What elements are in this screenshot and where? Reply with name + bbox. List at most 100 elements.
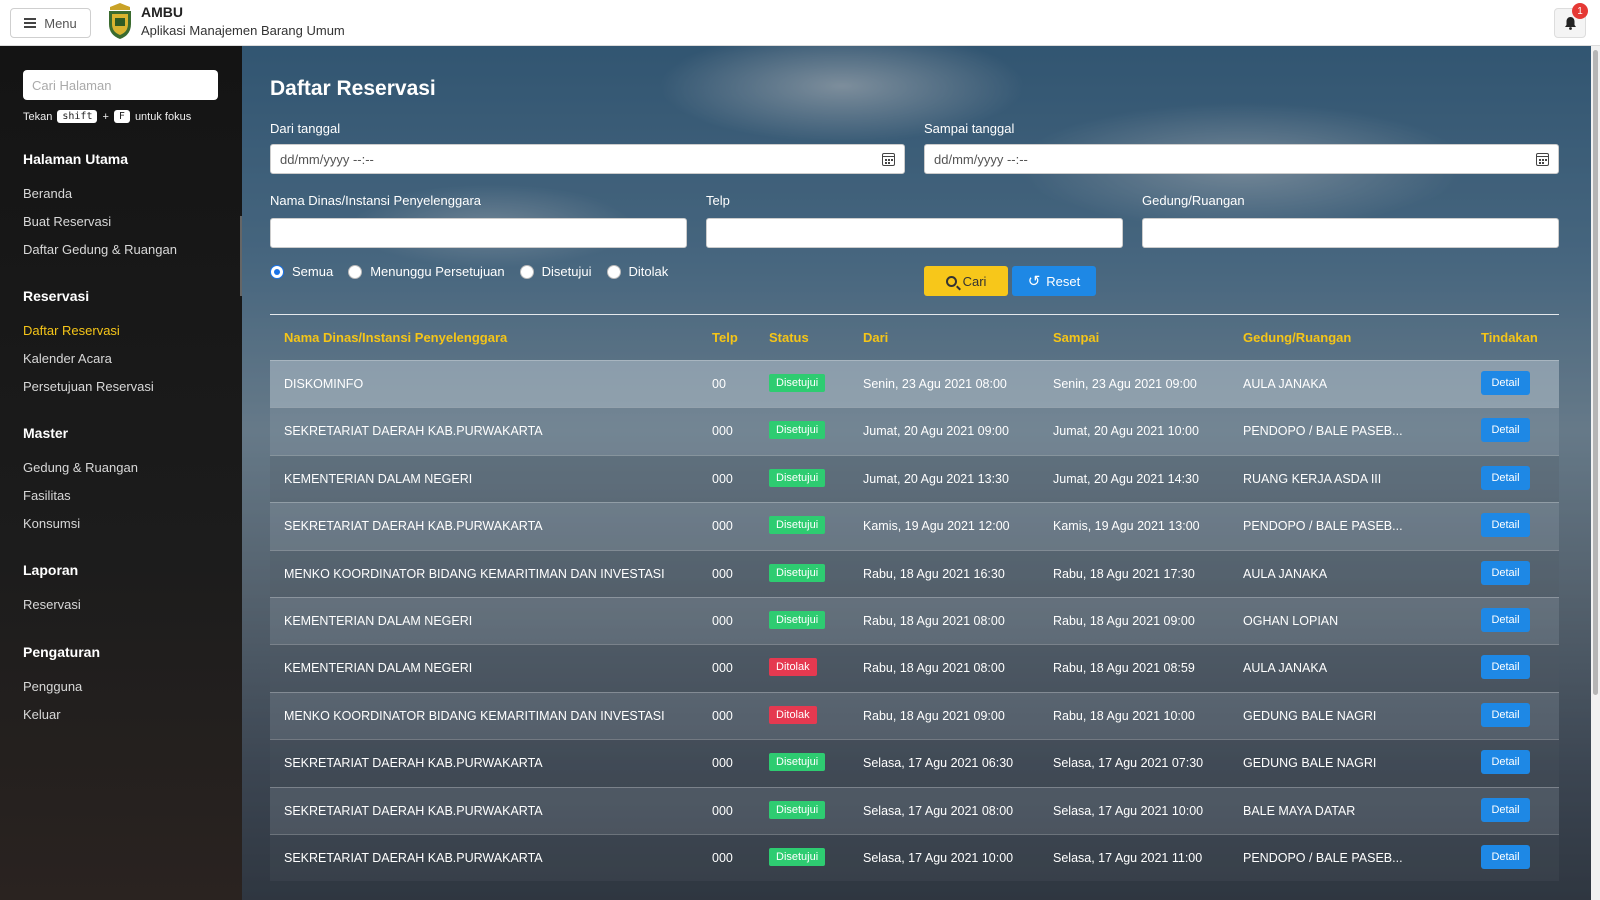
calendar-icon[interactable] bbox=[1536, 153, 1549, 166]
from-date-placeholder: dd/mm/yyyy --:-- bbox=[280, 151, 374, 167]
top-bar: Menu AMBU Aplikasi Manajemen Barang Umum… bbox=[0, 0, 1600, 46]
org-input[interactable] bbox=[270, 218, 687, 248]
cell-org: SEKRETARIAT DAERAH KAB.PURWAKARTA bbox=[284, 756, 543, 771]
menu-button[interactable]: Menu bbox=[10, 8, 91, 38]
cell-org: SEKRETARIAT DAERAH KAB.PURWAKARTA bbox=[284, 803, 543, 818]
cell-room: PENDOPO / BALE PASEB... bbox=[1243, 850, 1403, 865]
to-date-input[interactable]: dd/mm/yyyy --:-- bbox=[924, 144, 1559, 174]
radio-disetujui[interactable]: Disetujui bbox=[519, 264, 592, 279]
cell-telp: 000 bbox=[712, 613, 733, 628]
cell-telp: 000 bbox=[712, 519, 733, 534]
column-header-sampai[interactable]: Sampai bbox=[1053, 330, 1099, 345]
detail-button[interactable]: Detail bbox=[1481, 750, 1530, 775]
sidebar-item-pengguna[interactable]: Pengguna bbox=[23, 679, 82, 694]
sidebar-item-gedung-ruangan[interactable]: Gedung & Ruangan bbox=[23, 460, 138, 475]
status-badge: Ditolak bbox=[769, 705, 817, 724]
cell-room: OGHAN LOPIAN bbox=[1243, 613, 1339, 628]
cell-room: GEDUNG BALE NAGRI bbox=[1243, 708, 1377, 723]
detail-button[interactable]: Detail bbox=[1481, 655, 1530, 680]
table-body: DISKOMINFO 00 Disetujui Senin, 23 Agu 2021 … bbox=[270, 360, 1559, 882]
page-title: Daftar Reservasi bbox=[270, 77, 436, 100]
sidebar-search-input[interactable] bbox=[23, 70, 218, 100]
cell-telp: 000 bbox=[712, 803, 733, 818]
cell-telp: 000 bbox=[712, 424, 733, 439]
cell-to: Rabu, 18 Agu 2021 17:30 bbox=[1053, 566, 1195, 581]
table-row: KEMENTERIAN DALAM NEGERI 000 Ditolak Rabu, … bbox=[270, 644, 1559, 692]
shift-key: shift bbox=[57, 110, 98, 123]
column-header-room[interactable]: Gedung/Ruangan bbox=[1243, 330, 1351, 345]
search-icon bbox=[945, 275, 957, 287]
status-badge: Ditolak bbox=[769, 658, 817, 677]
column-header-org[interactable]: Nama Dinas/Instansi Penyelenggara bbox=[284, 330, 507, 345]
f-key: F bbox=[113, 110, 130, 123]
sidebar-heading-halaman-utama: Halaman Utama bbox=[23, 151, 129, 167]
calendar-icon[interactable] bbox=[882, 153, 895, 166]
reset-button[interactable]: ↺ Reset bbox=[1012, 266, 1096, 296]
detail-button[interactable]: Detail bbox=[1481, 513, 1530, 538]
sidebar-item-daftar-reservasi[interactable]: Daftar Reservasi bbox=[23, 323, 120, 338]
detail-button[interactable]: Detail bbox=[1481, 371, 1530, 395]
cell-to: Jumat, 20 Agu 2021 10:00 bbox=[1053, 424, 1199, 439]
radio-icon bbox=[606, 264, 621, 279]
status-badge: Disetujui bbox=[769, 563, 826, 582]
table-row: SEKRETARIAT DAERAH KAB.PURWAKARTA 000 Dise… bbox=[270, 786, 1559, 834]
detail-button[interactable]: Detail bbox=[1481, 560, 1530, 585]
radio-menunggu-persetujuan[interactable]: Menunggu Persetujuan bbox=[348, 264, 505, 279]
hamburger-icon bbox=[24, 18, 37, 28]
cell-org: KEMENTERIAN DALAM NEGERI bbox=[284, 471, 473, 486]
cell-from: Selasa, 17 Agu 2021 06:30 bbox=[863, 756, 1014, 771]
sidebar-item-kalender-acara[interactable]: Kalender Acara bbox=[23, 351, 112, 366]
sidebar-item-fasilitas[interactable]: Fasilitas bbox=[23, 488, 71, 503]
detail-button[interactable]: Detail bbox=[1481, 418, 1530, 443]
cell-to: Rabu, 18 Agu 2021 08:59 bbox=[1053, 661, 1195, 676]
reset-button-label: Reset bbox=[1046, 273, 1081, 289]
cell-room: AULA JANAKA bbox=[1243, 377, 1328, 391]
radio-label: Ditolak bbox=[628, 264, 669, 279]
page-scroll-thumb[interactable] bbox=[1593, 50, 1598, 695]
app-subtitle: Aplikasi Manajemen Barang Umum bbox=[141, 23, 345, 38]
sidebar-heading-master: Master bbox=[23, 425, 69, 441]
table-row: MENKO KOORDINATOR BIDANG KEMARITIMAN DAN… bbox=[270, 549, 1559, 597]
sidebar-item-buat-reservasi[interactable]: Buat Reservasi bbox=[23, 214, 111, 229]
cell-org: SEKRETARIAT DAERAH KAB.PURWAKARTA bbox=[284, 850, 543, 865]
cell-from: Jumat, 20 Agu 2021 13:30 bbox=[863, 471, 1009, 486]
sidebar-item-konsumsi[interactable]: Konsumsi bbox=[23, 516, 80, 531]
cell-from: Senin, 23 Agu 2021 08:00 bbox=[863, 377, 1007, 391]
radio-ditolak[interactable]: Ditolak bbox=[606, 264, 669, 279]
column-header-telp[interactable]: Telp bbox=[712, 330, 738, 345]
cell-from: Selasa, 17 Agu 2021 10:00 bbox=[863, 850, 1014, 865]
search-button-label: Cari bbox=[962, 273, 987, 289]
radio-semua[interactable]: Semua bbox=[270, 264, 333, 279]
search-button[interactable]: Cari bbox=[924, 266, 1008, 296]
sidebar-item-keluar[interactable]: Keluar bbox=[23, 707, 61, 722]
sidebar-item-beranda[interactable]: Beranda bbox=[23, 186, 72, 201]
cell-from: Rabu, 18 Agu 2021 09:00 bbox=[863, 708, 1005, 723]
status-badge: Disetujui bbox=[769, 468, 826, 487]
cell-org: DISKOMINFO bbox=[284, 377, 364, 391]
detail-button[interactable]: Detail bbox=[1481, 844, 1530, 869]
column-header-dari[interactable]: Dari bbox=[863, 330, 888, 345]
divider bbox=[270, 314, 1559, 315]
column-header-status[interactable]: Status bbox=[769, 330, 809, 345]
cell-telp: 000 bbox=[712, 708, 733, 723]
from-date-input[interactable]: dd/mm/yyyy --:-- bbox=[270, 144, 905, 174]
phone-input[interactable] bbox=[706, 218, 1123, 248]
sidebar-item-persetujuan-reservasi[interactable]: Persetujuan Reservasi bbox=[23, 379, 154, 394]
detail-button[interactable]: Detail bbox=[1481, 797, 1530, 822]
undo-icon: ↺ bbox=[1027, 272, 1041, 290]
sidebar-item-laporan-reservasi[interactable]: Reservasi bbox=[23, 597, 81, 612]
sidebar-item-daftar-gedung-ruangan[interactable]: Daftar Gedung & Ruangan bbox=[23, 242, 177, 257]
to-date-placeholder: dd/mm/yyyy --:-- bbox=[934, 151, 1028, 167]
cell-to: Rabu, 18 Agu 2021 09:00 bbox=[1053, 613, 1195, 628]
cell-room: PENDOPO / BALE PASEB... bbox=[1243, 519, 1403, 534]
cell-from: Rabu, 18 Agu 2021 08:00 bbox=[863, 613, 1005, 628]
detail-button[interactable]: Detail bbox=[1481, 465, 1530, 490]
cell-to: Jumat, 20 Agu 2021 14:30 bbox=[1053, 471, 1199, 486]
notification-badge: 1 bbox=[1572, 3, 1588, 19]
detail-button[interactable]: Detail bbox=[1481, 702, 1530, 727]
cell-telp: 000 bbox=[712, 471, 733, 486]
sidebar-scrollbar[interactable] bbox=[240, 216, 242, 296]
detail-button[interactable]: Detail bbox=[1481, 607, 1530, 632]
cell-from: Rabu, 18 Agu 2021 08:00 bbox=[863, 661, 1005, 676]
room-input[interactable] bbox=[1142, 218, 1559, 248]
